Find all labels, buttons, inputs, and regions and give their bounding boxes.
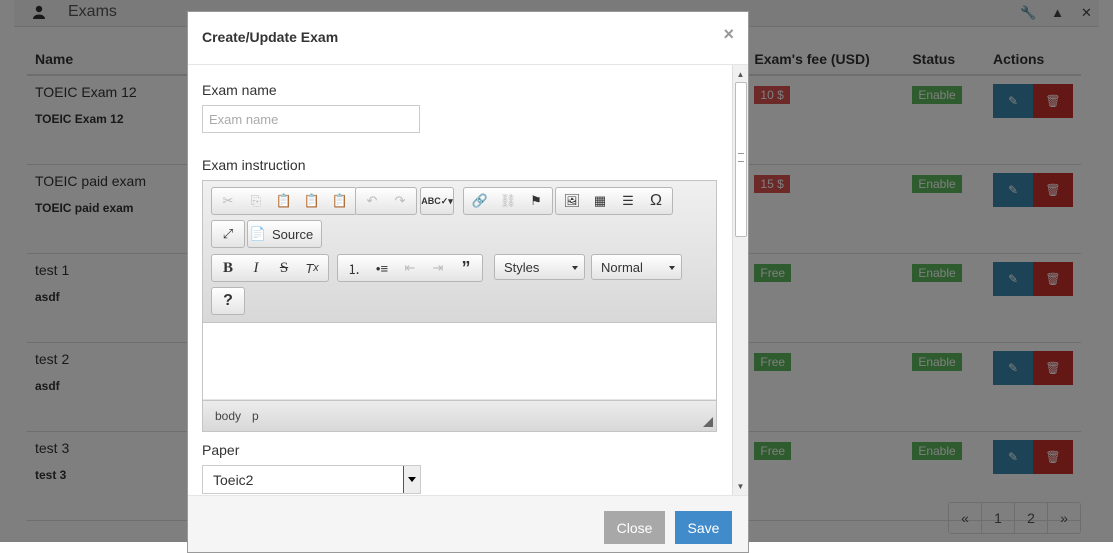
- scroll-down-icon[interactable]: ▼: [733, 479, 748, 493]
- chevron-down-icon: [572, 266, 578, 270]
- link-icon[interactable]: 🔗: [466, 189, 494, 213]
- list-group: ⒈ •≡ ⇤ ⇥ ”: [337, 254, 483, 282]
- clipboard-group: ✂ ⎘ 📋 📋 📋: [211, 187, 357, 215]
- path-body[interactable]: body: [215, 409, 241, 423]
- modal-header: Create/Update Exam ×: [188, 12, 748, 65]
- outdent-icon[interactable]: ⇤: [396, 256, 424, 280]
- indent-icon[interactable]: ⇥: [424, 256, 452, 280]
- chevron-down-icon: [669, 266, 675, 270]
- editor-path-bar: body p: [203, 400, 716, 431]
- editor-toolbar: ✂ ⎘ 📋 📋 📋 ↶ ↷ ABC✓▾ 🔗 ⛓ ⚑ 🖼 ▦ ☰ Ω ⤢ 📄 So…: [203, 181, 716, 323]
- italic-icon[interactable]: I: [242, 256, 270, 280]
- paste-icon[interactable]: 📋: [270, 189, 298, 213]
- paper-selected-value: Toeic2: [213, 472, 254, 488]
- anchor-icon[interactable]: ⚑: [522, 189, 550, 213]
- exam-name-input[interactable]: [202, 105, 420, 133]
- maximize-group: ⤢: [211, 220, 245, 248]
- copy-icon[interactable]: ⎘: [242, 189, 270, 213]
- format-label: Normal: [601, 259, 643, 275]
- basic-styles-group: B I S Tx: [211, 254, 329, 282]
- resize-grip-icon[interactable]: [703, 417, 713, 427]
- link-group: 🔗 ⛓ ⚑: [463, 187, 553, 215]
- maximize-icon[interactable]: ⤢: [214, 222, 242, 246]
- bulleted-list-icon[interactable]: •≡: [368, 256, 396, 280]
- cut-icon[interactable]: ✂: [214, 189, 242, 213]
- source-button[interactable]: Source: [266, 222, 319, 246]
- scroll-thumb[interactable]: [735, 82, 747, 237]
- save-button[interactable]: Save: [675, 511, 732, 544]
- styles-dropdown[interactable]: Styles: [494, 254, 585, 280]
- remove-format-icon[interactable]: Tx: [298, 256, 326, 280]
- paste-text-icon[interactable]: 📋: [298, 189, 326, 213]
- undo-group: ↶ ↷: [355, 187, 417, 215]
- redo-icon[interactable]: ↷: [386, 189, 414, 213]
- bold-icon[interactable]: B: [214, 256, 242, 280]
- format-dropdown[interactable]: Normal: [591, 254, 682, 280]
- source-group: 📄 Source: [247, 220, 323, 248]
- modal-footer: Close Save: [188, 495, 748, 552]
- special-char-icon[interactable]: Ω: [642, 189, 670, 213]
- modal-body: Exam name Exam instruction ✂ ⎘ 📋 📋 📋 ↶ ↷: [188, 65, 733, 495]
- close-icon[interactable]: ×: [723, 24, 734, 45]
- path-p[interactable]: p: [252, 409, 259, 423]
- paste-word-icon[interactable]: 📋: [326, 189, 354, 213]
- image-icon[interactable]: 🖼: [558, 189, 586, 213]
- paper-select[interactable]: Toeic2: [202, 465, 421, 494]
- help-group: ?: [211, 287, 245, 315]
- modal-title: Create/Update Exam: [202, 29, 339, 45]
- rich-text-editor: ✂ ⎘ 📋 📋 📋 ↶ ↷ ABC✓▾ 🔗 ⛓ ⚑ 🖼 ▦ ☰ Ω ⤢ 📄 So…: [202, 180, 717, 432]
- close-button[interactable]: Close: [604, 511, 665, 544]
- blockquote-icon[interactable]: ”: [452, 256, 480, 280]
- spellcheck-group: ABC✓▾: [420, 187, 454, 215]
- exam-instruction-label: Exam instruction: [202, 157, 306, 173]
- table-icon[interactable]: ▦: [586, 189, 614, 213]
- paper-label: Paper: [202, 442, 240, 458]
- create-update-exam-modal: Create/Update Exam × Exam name Exam inst…: [187, 11, 749, 553]
- strike-icon[interactable]: S: [270, 256, 298, 280]
- exam-name-label: Exam name: [202, 82, 277, 98]
- editor-content-area[interactable]: [203, 323, 716, 399]
- source-icon: 📄: [249, 226, 267, 241]
- horizontal-rule-icon[interactable]: ☰: [614, 189, 642, 213]
- insert-group: 🖼 ▦ ☰ Ω: [555, 187, 673, 215]
- chevron-down-icon[interactable]: [403, 466, 420, 493]
- modal-scrollbar[interactable]: ▲ ▼: [732, 65, 748, 495]
- scroll-up-icon[interactable]: ▲: [733, 67, 748, 81]
- undo-icon[interactable]: ↶: [358, 189, 386, 213]
- spellcheck-icon[interactable]: ABC✓▾: [421, 189, 453, 213]
- help-icon[interactable]: ?: [214, 289, 242, 313]
- numbered-list-icon[interactable]: ⒈: [340, 256, 368, 280]
- styles-label: Styles: [504, 259, 540, 275]
- unlink-icon[interactable]: ⛓: [494, 189, 522, 213]
